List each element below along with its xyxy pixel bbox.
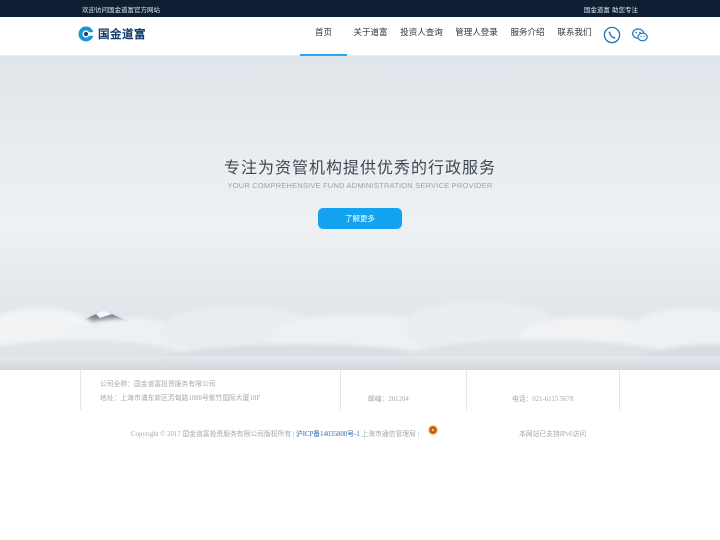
divider bbox=[619, 370, 620, 410]
nav-home[interactable]: 首页 bbox=[300, 17, 347, 56]
phone-icon[interactable] bbox=[603, 26, 621, 44]
header: 国金道富 首页 关于道富 投资人查询 管理人登录 服务介绍 联系我们 bbox=[0, 17, 720, 56]
logo-mark-icon bbox=[78, 26, 94, 42]
divider bbox=[80, 370, 81, 410]
company-address: 地址：上海市浦东新区芳甸路1088号紫竹国际大厦18F bbox=[100, 395, 261, 402]
nav-investor-query[interactable]: 投资人查询 bbox=[394, 17, 449, 56]
cloud-sea-image bbox=[0, 302, 720, 370]
nav-services[interactable]: 服务介绍 bbox=[504, 17, 551, 56]
nav-manager-login[interactable]: 管理人登录 bbox=[449, 17, 504, 56]
hero-banner: 专注为资管机构提供优秀的行政服务 YOUR COMPREHENSIVE FUND… bbox=[0, 56, 720, 370]
divider bbox=[466, 370, 467, 410]
nav-contact[interactable]: 联系我们 bbox=[551, 17, 598, 56]
ipv6-notice: 本网站已支持IPv6访问 bbox=[519, 431, 587, 438]
footer: Copyright © 2017 国金道富投资服务有限公司版权所有 | 沪ICP… bbox=[0, 424, 720, 444]
hero-subtitle: YOUR COMPREHENSIVE FUND ADMINISTRATION S… bbox=[227, 181, 493, 190]
regulator-text: 上海市通信管理局 | bbox=[359, 431, 419, 438]
welcome-text: 欢迎访问国金道富官方网站 bbox=[82, 6, 160, 14]
nav-about[interactable]: 关于道富 bbox=[347, 17, 394, 56]
copyright-text: Copyright © 2017 国金道富投资服务有限公司版权所有 | bbox=[131, 431, 295, 438]
wechat-icon[interactable] bbox=[631, 26, 649, 44]
copyright-line: Copyright © 2017 国金道富投资服务有限公司版权所有 | 沪ICP… bbox=[131, 428, 419, 438]
main-nav: 首页 关于道富 投资人查询 管理人登录 服务介绍 联系我们 bbox=[300, 17, 598, 56]
icp-link[interactable]: 沪ICP备14035800号-1 bbox=[296, 431, 360, 438]
hero-title: 专注为资管机构提供优秀的行政服务 bbox=[223, 158, 496, 177]
logo-text: 国金道富 bbox=[98, 27, 146, 41]
company-info: 公司全称：国金道富投资服务有限公司 地址：上海市浦东新区芳甸路1088号紫竹国际… bbox=[80, 370, 640, 410]
phone-number: 电话：021-6115 5678 bbox=[512, 396, 574, 403]
divider bbox=[340, 370, 341, 410]
company-name: 公司全称：国金道富投资服务有限公司 bbox=[100, 381, 216, 388]
top-bar: 欢迎访问国金道富官方网站 国金道富 助您专注 bbox=[0, 0, 720, 17]
police-emblem-icon[interactable] bbox=[428, 425, 438, 435]
slogan-text: 国金道富 助您专注 bbox=[583, 6, 638, 14]
logo[interactable]: 国金道富 bbox=[78, 25, 146, 43]
postcode: 邮编：201204 bbox=[368, 396, 409, 403]
learn-more-button[interactable]: 了解更多 bbox=[318, 208, 402, 229]
